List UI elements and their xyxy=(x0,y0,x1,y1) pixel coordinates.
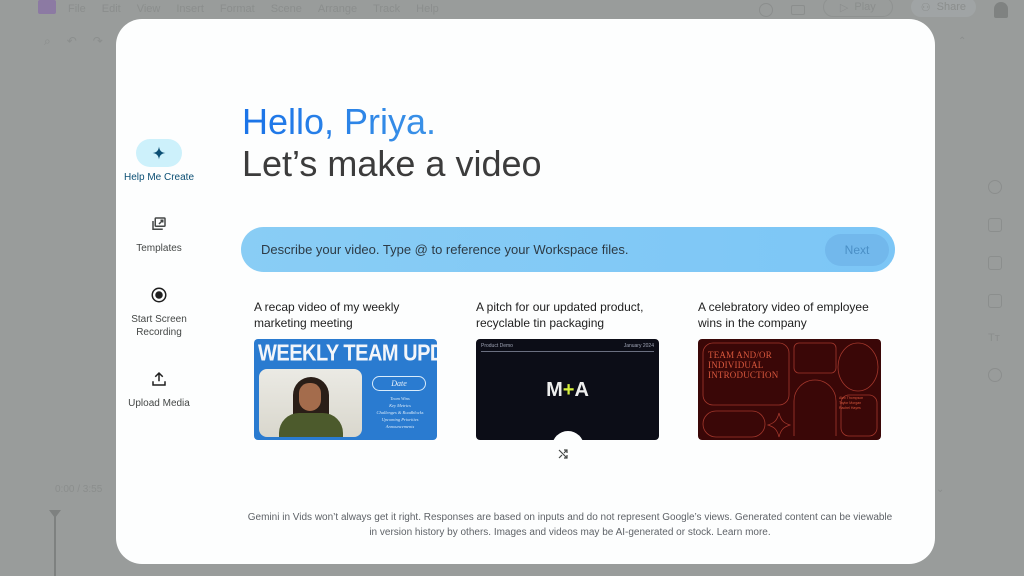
heading-line: INDIVIDUAL xyxy=(708,360,764,370)
agenda-line: Announcements xyxy=(385,424,415,429)
record-icon xyxy=(136,281,182,309)
sidebar-item-label: Templates xyxy=(136,243,182,254)
redo-icon: ↷ xyxy=(92,34,103,48)
next-button[interactable]: Next xyxy=(825,233,889,266)
menu-arrange: Arrange xyxy=(317,3,358,15)
logo-left: M xyxy=(546,379,563,401)
suggestion-thumbnail: Product Demo January 2024 M+A xyxy=(476,339,659,440)
record-rail-icon xyxy=(988,180,1002,194)
top-actions: ▷ Play ⚇ Share xyxy=(758,0,1024,20)
play-label: Play xyxy=(854,1,876,13)
comments-icon xyxy=(790,5,805,15)
sidebar-item-screen-recording[interactable]: Start Screen Recording xyxy=(116,281,202,339)
sidebar-item-label: Upload Media xyxy=(128,398,190,409)
agenda-line: Upcoming Priorities xyxy=(381,417,419,422)
thumbnail-heading: TEAM AND/OR INDIVIDUAL INTRODUCTION xyxy=(708,350,778,380)
disclaimer-text: Gemini in Vids won’t always get it right… xyxy=(247,512,893,538)
prompt-bar: Next xyxy=(241,227,895,272)
presenter-photo xyxy=(259,369,362,437)
agenda-line: Challenges & Roadblocks xyxy=(376,410,424,415)
thumbnail-heading: WEEKLY TEAM UPDATES xyxy=(258,341,437,367)
templates-icon xyxy=(136,210,182,238)
sidebar-item-label: Help Me Create xyxy=(123,172,195,183)
suggestion-title: A celebratory video of employee wins in … xyxy=(698,300,869,330)
logo-plus: + xyxy=(562,379,575,401)
sidebar-item-help-me-create[interactable]: Help Me Create xyxy=(116,139,202,184)
menu-edit: Edit xyxy=(101,3,121,15)
suggestion-card-employee-wins[interactable]: A celebratory video of employee wins in … xyxy=(698,299,882,440)
share-icon: ⚇ xyxy=(920,1,931,14)
name-line: Rachel Hayes xyxy=(839,406,861,410)
page-title: Let’s make a video xyxy=(242,143,542,184)
describe-video-input[interactable] xyxy=(261,242,825,257)
agenda-line: Team Wins xyxy=(390,396,410,401)
menu-bar: File Edit View Insert Format Scene Arran… xyxy=(68,3,439,15)
history-icon xyxy=(758,3,773,17)
shapes-rail-icon xyxy=(988,368,1002,382)
suggestion-title: A pitch for our updated product, recycla… xyxy=(476,300,644,330)
suggestion-card-weekly-recap[interactable]: A recap video of my weekly marketing mee… xyxy=(254,299,438,440)
play-button: ▷ Play xyxy=(822,0,893,17)
shuffle-button[interactable] xyxy=(552,445,574,463)
sidebar-item-label: Start Screen Recording xyxy=(131,314,187,338)
templates-rail-icon xyxy=(988,218,1002,232)
menu-track: Track xyxy=(373,3,401,15)
greeting: Hello, Priya. Let’s make a video xyxy=(242,101,542,185)
text-rail-icon: Tт xyxy=(988,332,1000,344)
learn-more-link[interactable]: Learn more. xyxy=(717,527,771,538)
right-rail: Tт xyxy=(988,180,1002,382)
logo-right: A xyxy=(574,379,589,401)
disclaimer: Gemini in Vids won’t always get it right… xyxy=(246,510,894,540)
menu-insert: Insert xyxy=(176,3,204,15)
thumbnail-label: Product Demo xyxy=(481,343,513,349)
thumbnail-names: Alex Thompson Taylor Morgan Rachel Hayes xyxy=(839,396,863,411)
thumbnail-header: Product Demo January 2024 xyxy=(481,343,654,352)
menu-help: Help xyxy=(416,3,439,15)
thumbnail-date: January 2024 xyxy=(623,343,654,349)
heading-line: INTRODUCTION xyxy=(708,370,779,380)
agenda-line: Key Metrics xyxy=(389,403,411,408)
undo-icon: ↶ xyxy=(66,34,77,48)
toolbar: ⌕ ↶ ↷ xyxy=(44,34,103,49)
media-rail-icon xyxy=(988,294,1002,308)
sparkle-icon xyxy=(136,139,182,167)
zoom-chevron-icon: ⌄ xyxy=(936,484,945,495)
upload-icon xyxy=(136,365,182,393)
help-me-create-dialog: Help Me Create Templates Start Screen Re… xyxy=(116,19,935,564)
share-button: ⚇ Share xyxy=(910,0,976,17)
collapse-chevron-icon: ⌃ xyxy=(958,36,967,47)
shuffle-notch xyxy=(552,431,584,440)
avatar xyxy=(994,2,1008,18)
playhead-line xyxy=(54,516,56,576)
sidebar-item-upload-media[interactable]: Upload Media xyxy=(116,365,202,410)
timecode: 0:00 / 3:55 xyxy=(55,484,103,495)
greeting-hello: Hello, Priya. xyxy=(242,101,542,143)
sidebar-item-templates[interactable]: Templates xyxy=(116,210,202,255)
play-icon: ▷ xyxy=(839,1,849,14)
shuffle-icon xyxy=(558,449,568,459)
menu-scene: Scene xyxy=(270,3,302,15)
share-label: Share xyxy=(936,1,966,13)
app-logo xyxy=(38,0,56,14)
thumbnail-agenda: Team Wins Key Metrics Challenges & Roadb… xyxy=(368,395,432,430)
thumbnail-date: Date xyxy=(372,376,426,391)
suggestion-card-product-pitch[interactable]: A pitch for our updated product, recycla… xyxy=(476,299,660,440)
search-icon: ⌕ xyxy=(44,34,51,48)
menu-file: File xyxy=(68,3,86,15)
suggestion-thumbnail: TEAM AND/OR INDIVIDUAL INTRODUCTION Alex… xyxy=(698,339,881,440)
suggestion-title: A recap video of my weekly marketing mee… xyxy=(254,300,400,330)
folder-rail-icon xyxy=(988,256,1002,270)
brand-logo: M+A xyxy=(476,379,659,402)
menu-format: Format xyxy=(219,3,255,15)
suggestion-thumbnail: WEEKLY TEAM UPDATES Date Team Wins Key M… xyxy=(254,339,437,440)
heading-line: TEAM AND/OR xyxy=(708,350,772,360)
dialog-sidebar: Help Me Create Templates Start Screen Re… xyxy=(116,139,202,410)
menu-view: View xyxy=(136,3,161,15)
